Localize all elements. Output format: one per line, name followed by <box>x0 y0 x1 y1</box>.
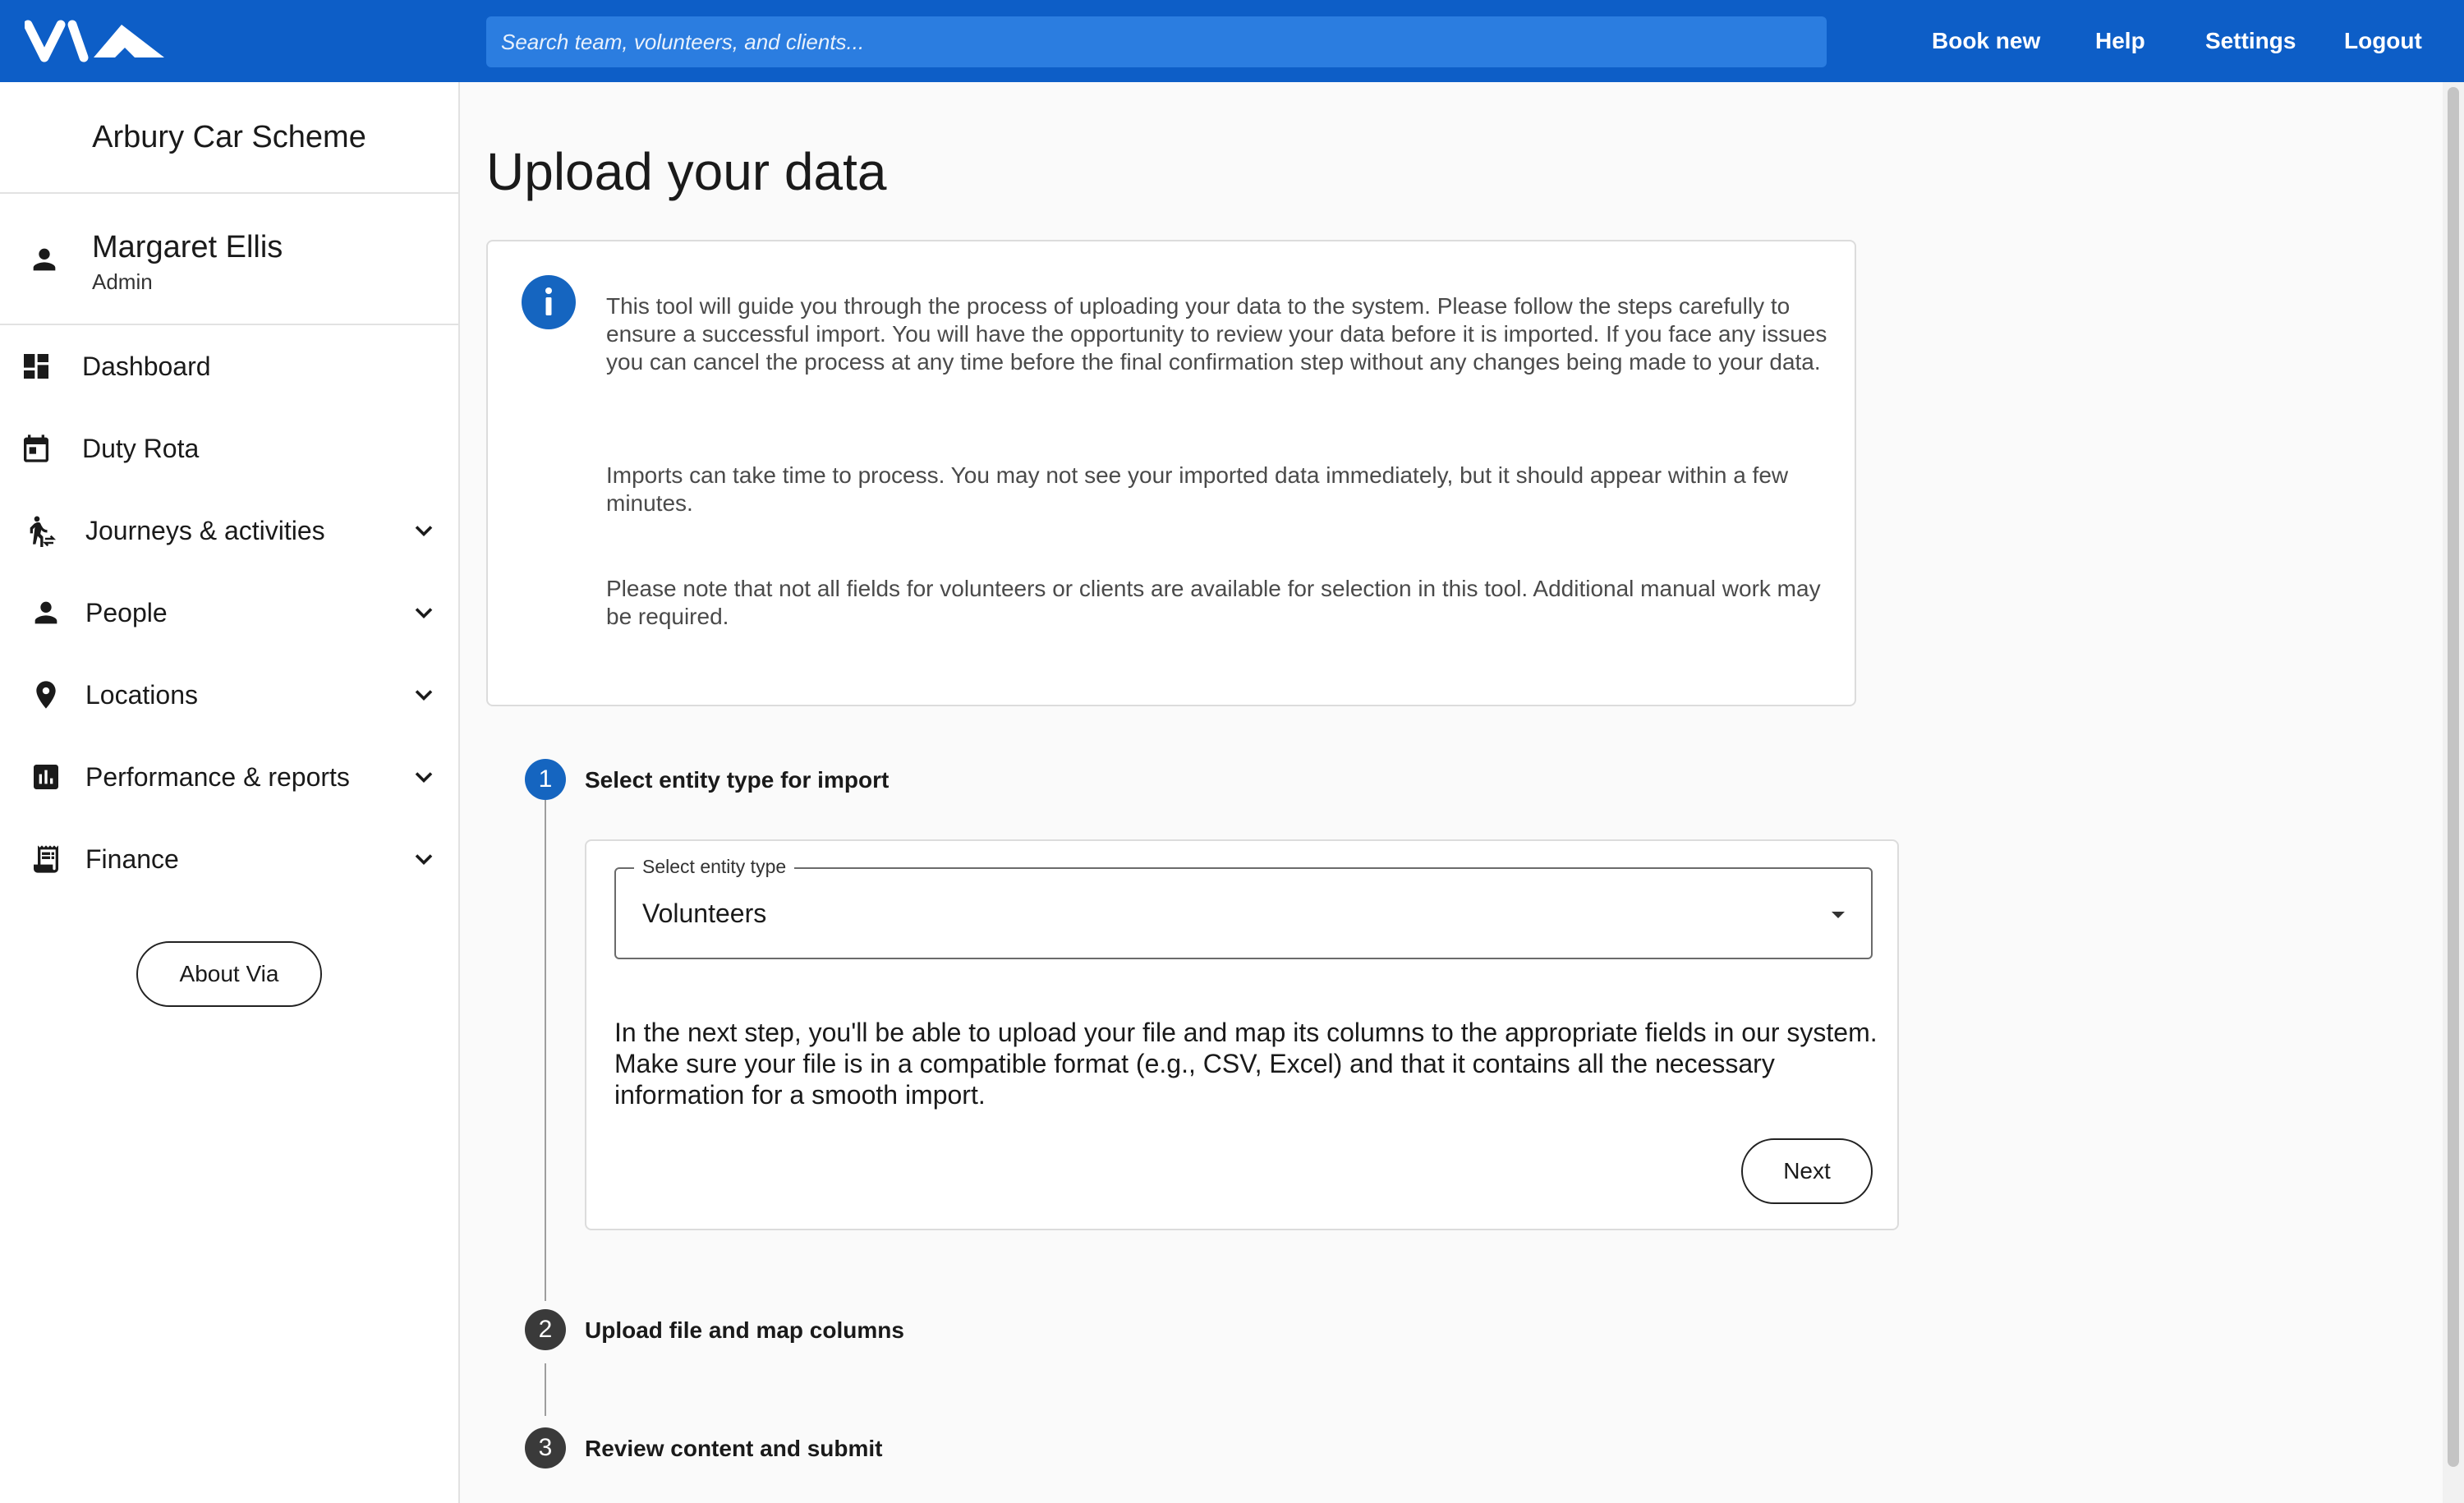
sidebar-item-people[interactable]: People <box>0 572 458 654</box>
info-icon <box>522 275 576 329</box>
sidebar-item-finance[interactable]: Finance <box>0 818 458 900</box>
chevron-down-icon <box>415 526 433 537</box>
via-logo[interactable] <box>25 18 172 64</box>
sidebar-item-locations[interactable]: Locations <box>0 654 458 736</box>
search-placeholder: Search team, volunteers, and clients... <box>501 29 865 54</box>
book-new-link[interactable]: Book new <box>1932 0 2040 82</box>
calendar-icon <box>24 434 48 462</box>
chevron-down-icon <box>415 854 433 866</box>
entity-type-select[interactable]: Select entity type Volunteers <box>614 856 1873 959</box>
about-via-button[interactable]: About Via <box>136 941 322 1007</box>
step-label[interactable]: Upload file and map columns <box>585 1317 904 1344</box>
scrollbar-thumb[interactable] <box>2448 87 2459 1467</box>
dashboard-icon <box>24 354 48 379</box>
user-role: Admin <box>92 269 153 294</box>
info-paragraph: This tool will guide you through the pro… <box>606 293 1827 375</box>
step-number-badge: 3 <box>525 1427 566 1469</box>
search-input[interactable]: Search team, volunteers, and clients... <box>486 16 1827 67</box>
select-value: Volunteers <box>642 899 767 928</box>
chevron-down-icon <box>415 772 433 784</box>
page-title: Upload your data <box>486 142 887 201</box>
person-icon <box>33 248 56 271</box>
info-paragraph: Please note that not all fields for volu… <box>606 576 1821 629</box>
sidebar-item-duty-rota[interactable]: Duty Rota <box>0 407 458 490</box>
chevron-down-icon <box>415 690 433 701</box>
sidebar-item-journeys[interactable]: Journeys & activities <box>0 490 458 572</box>
sidebar-item-label: Dashboard <box>82 351 211 381</box>
step-number-badge: 2 <box>525 1309 566 1350</box>
caret-down-icon <box>1832 912 1845 918</box>
organisation-name: Arbury Car Scheme <box>0 82 458 194</box>
sidebar-item-label: Finance <box>85 843 179 874</box>
step-number-badge: 1 <box>525 759 566 800</box>
sidebar: Arbury Car Scheme Margaret Ellis Admin D… <box>0 82 460 1503</box>
stepper-connector <box>545 800 546 1301</box>
chevron-down-icon <box>415 608 433 619</box>
user-name: Margaret Ellis <box>92 230 283 264</box>
sidebar-item-label: People <box>85 597 168 627</box>
sidebar-item-dashboard[interactable]: Dashboard <box>0 325 458 407</box>
info-paragraph: Imports can take time to process. You ma… <box>606 462 1789 516</box>
sidebar-item-label: Journeys & activities <box>85 515 325 545</box>
sidebar-item-label: Locations <box>85 679 198 710</box>
receipt-icon <box>34 845 58 873</box>
step-content-card: Select entity type Volunteers In the nex… <box>585 839 1899 1230</box>
step-description: In the next step, you'll be able to uplo… <box>614 1018 1878 1110</box>
scrollbar[interactable] <box>2443 82 2464 1503</box>
next-button[interactable]: Next <box>1741 1138 1873 1204</box>
settings-link[interactable]: Settings <box>2205 0 2296 82</box>
sidebar-item-label: Duty Rota <box>82 433 200 463</box>
logout-link[interactable]: Logout <box>2344 0 2422 82</box>
select-label: Select entity type <box>634 856 795 878</box>
top-app-bar: Search team, volunteers, and clients... … <box>0 0 2464 82</box>
user-profile[interactable]: Margaret Ellis Admin <box>0 194 458 325</box>
journey-icon <box>30 516 57 547</box>
help-link[interactable]: Help <box>2095 0 2145 82</box>
sidebar-item-performance[interactable]: Performance & reports <box>0 736 458 818</box>
info-card: This tool will guide you through the pro… <box>486 240 1856 706</box>
sidebar-item-label: Performance & reports <box>85 761 350 792</box>
step-label[interactable]: Review content and submit <box>585 1436 883 1462</box>
step-label[interactable]: Select entity type for import <box>585 767 889 793</box>
location-pin-icon <box>36 681 56 709</box>
person-icon <box>34 601 57 624</box>
stepper-connector <box>545 1363 546 1416</box>
bar-chart-icon <box>34 765 58 789</box>
